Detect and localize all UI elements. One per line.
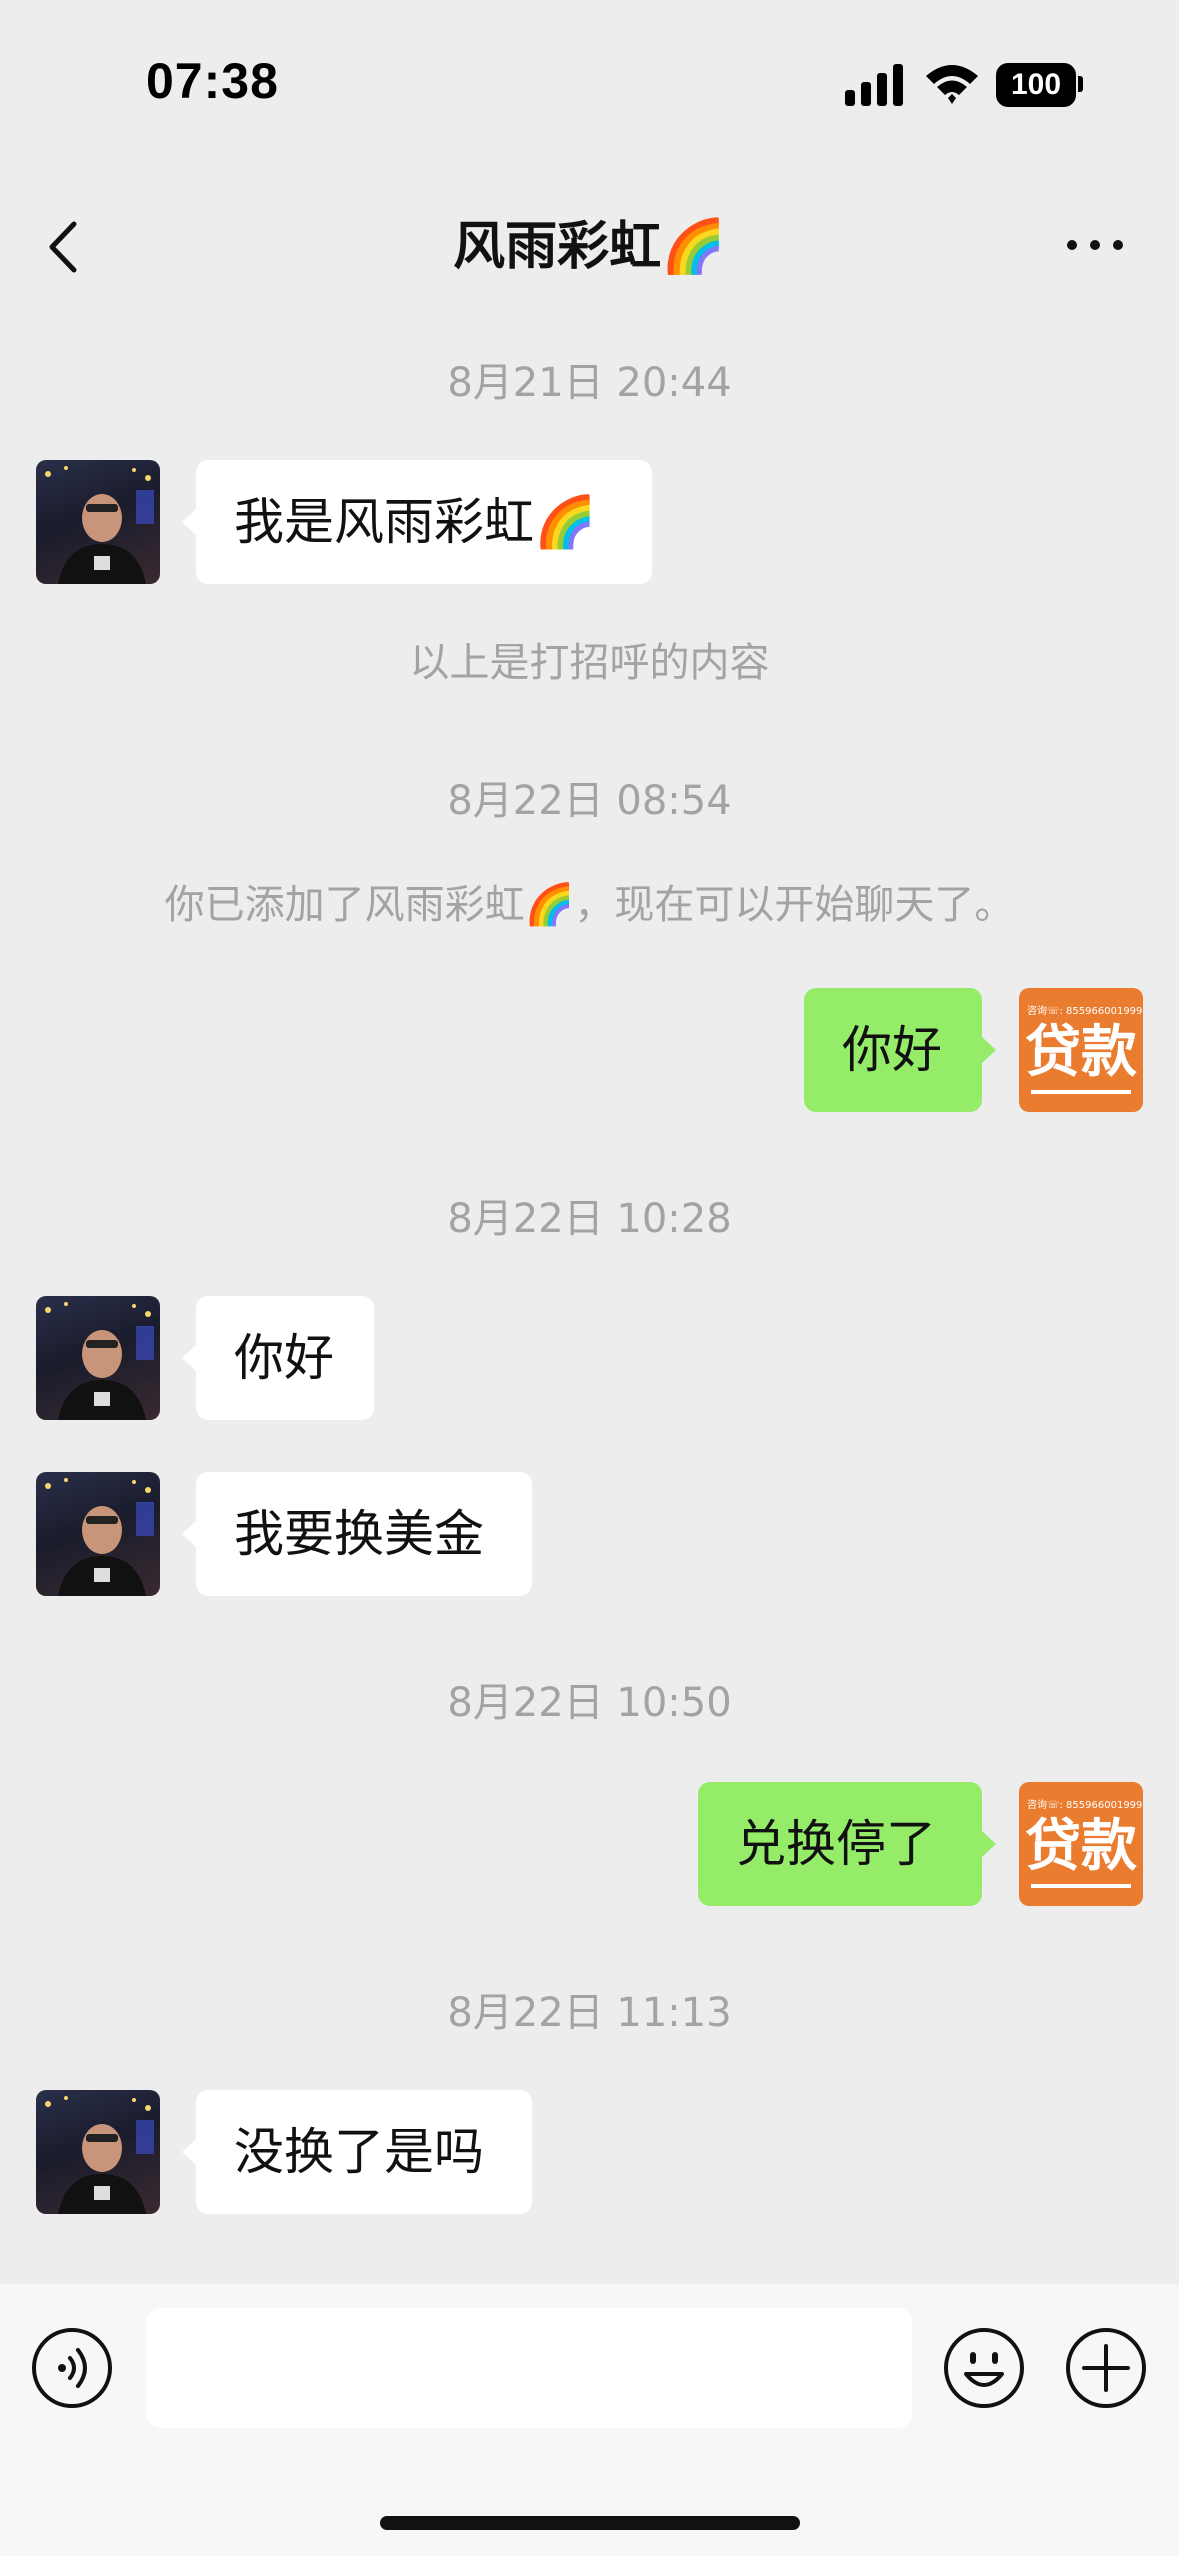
timestamp: 8月22日 08:54 <box>447 778 732 824</box>
chat-title: 风雨彩虹🌈 <box>453 217 726 277</box>
person-photo-icon <box>45 2096 154 2214</box>
timestamp: 8月21日 20:44 <box>447 360 732 406</box>
message-bubble-in[interactable]: 你好 <box>182 1296 374 1420</box>
avatar-caption: 咨询☏: 855966001999 <box>1027 1800 1143 1811</box>
person-photo-icon <box>45 1302 154 1420</box>
battery-icon: 100 <box>996 63 1076 107</box>
message-input[interactable] <box>146 2308 912 2428</box>
friend-avatar[interactable] <box>36 1296 160 1420</box>
wifi-icon <box>926 65 978 104</box>
system-note: 以上是打招呼的内容 <box>409 640 770 686</box>
more-icon[interactable] <box>1060 225 1130 265</box>
friend-avatar[interactable] <box>36 1472 160 1596</box>
battery-cap <box>1078 76 1083 92</box>
message-bubble-out[interactable]: 你好 <box>804 988 996 1112</box>
message-bubble-in[interactable]: 我要换美金 <box>182 1472 532 1596</box>
person-photo-icon <box>45 466 154 584</box>
person-photo-icon <box>45 1478 154 1596</box>
voice-icon[interactable] <box>30 2326 114 2410</box>
message-bubble-in[interactable]: 我是风雨彩虹🌈 <box>182 460 652 584</box>
friend-avatar[interactable] <box>36 460 160 584</box>
self-avatar[interactable]: 咨询☏: 855966001999 贷款 <box>1019 988 1143 1112</box>
avatar-caption: 咨询☏: 855966001999 <box>1027 1006 1143 1017</box>
emoji-icon[interactable] <box>942 2326 1026 2410</box>
avatar-underline <box>1031 1884 1131 1888</box>
avatar-underline <box>1031 1090 1131 1094</box>
timestamp: 8月22日 10:28 <box>447 1196 732 1242</box>
self-avatar[interactable]: 咨询☏: 855966001999 贷款 <box>1019 1782 1143 1906</box>
avatar-logo-text: 贷款 <box>1025 1020 1137 1085</box>
system-note: 你已添加了风雨彩虹🌈，现在可以开始聊天了。 <box>164 882 1015 928</box>
home-indicator[interactable] <box>380 2516 800 2530</box>
timestamp: 8月22日 11:13 <box>447 1990 732 2036</box>
avatar-logo-text: 贷款 <box>1025 1814 1137 1879</box>
message-bubble-out[interactable]: 兑换停了 <box>698 1782 996 1906</box>
timestamp: 8月22日 10:50 <box>447 1680 732 1726</box>
plus-icon[interactable] <box>1064 2326 1148 2410</box>
message-bubble-in[interactable]: 没换了是吗 <box>182 2090 532 2214</box>
signal-icon <box>845 64 903 106</box>
friend-avatar[interactable] <box>36 2090 160 2214</box>
status-time: 07:38 <box>146 53 279 109</box>
